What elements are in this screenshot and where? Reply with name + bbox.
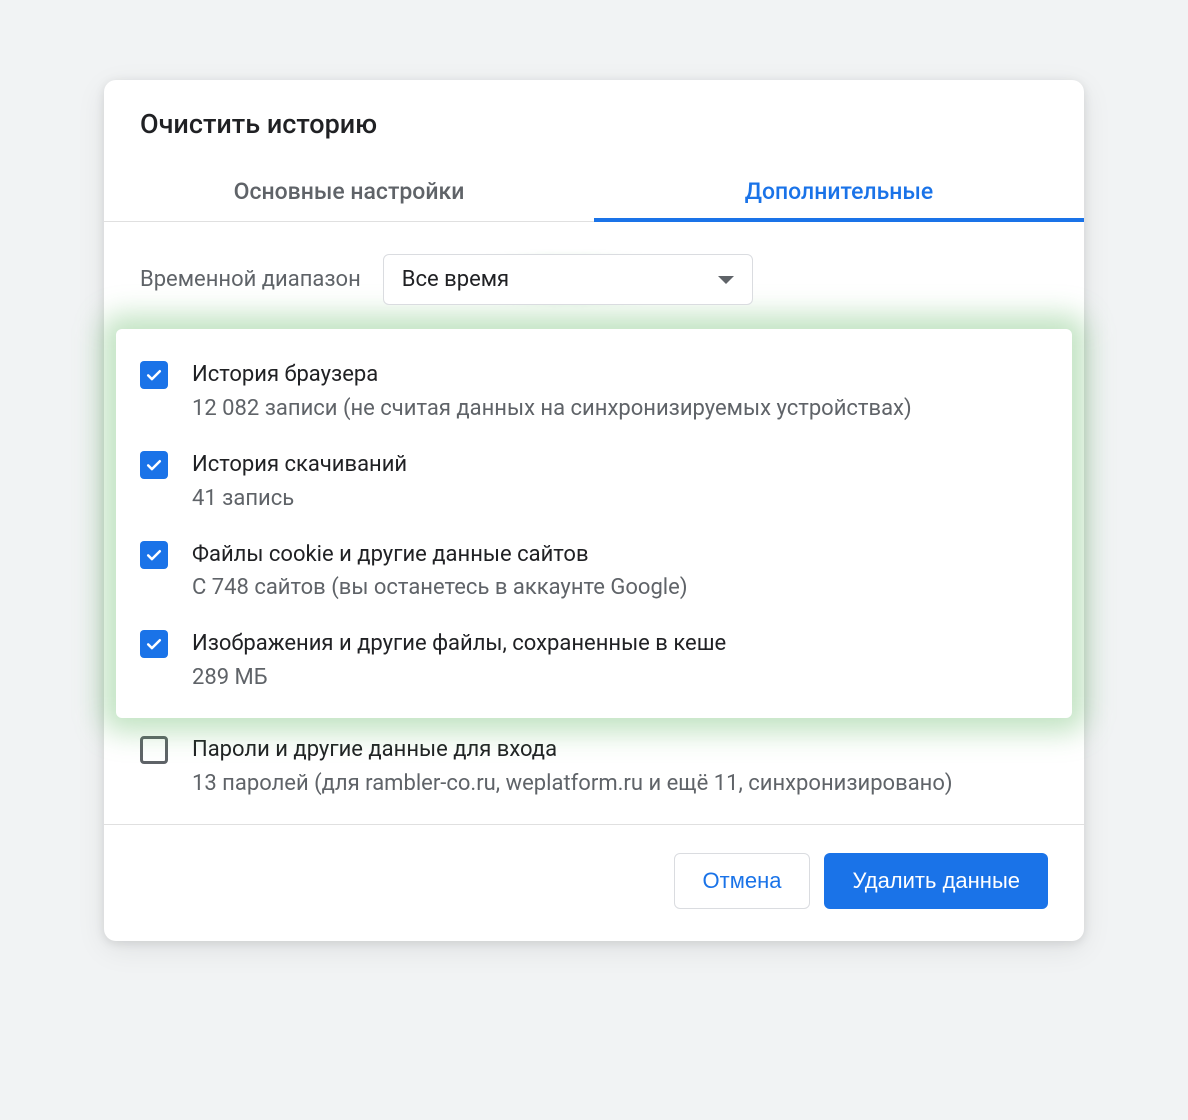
check-icon [144, 634, 164, 654]
check-icon [144, 545, 164, 565]
time-range-selected-value: Все время [402, 267, 509, 292]
time-range-select-wrap: Все время [383, 254, 753, 305]
checkbox-download-history[interactable] [140, 451, 168, 479]
check-desc: С 748 сайтов (вы останетесь в аккаунте G… [192, 572, 1048, 604]
check-row-cookies: Файлы cookie и другие данные сайтов С 74… [140, 527, 1048, 617]
check-desc: 13 паролей (для rambler-co.ru, weplatfor… [192, 768, 1048, 800]
check-text: Изображения и другие файлы, сохраненные … [192, 628, 1048, 694]
dialog-title: Очистить историю [140, 108, 1048, 140]
check-icon [144, 365, 164, 385]
check-desc: 41 запись [192, 483, 1048, 515]
check-title: Пароли и другие данные для входа [192, 734, 1048, 766]
check-text: Пароли и другие данные для входа 13 паро… [192, 734, 1048, 800]
tabs: Основные настройки Дополнительные [104, 164, 1084, 222]
checklist-highlighted-wrap: История браузера 12 082 записи (не счита… [116, 329, 1072, 718]
check-row-browsing-history: История браузера 12 082 записи (не счита… [140, 347, 1048, 437]
clear-history-dialog: Очистить историю Основные настройки Допо… [104, 80, 1084, 941]
time-range-row: Временной диапазон Все время [104, 222, 1084, 321]
tab-basic[interactable]: Основные настройки [104, 164, 594, 221]
checklist-highlighted: История браузера 12 082 записи (не счита… [116, 329, 1072, 718]
check-title: История скачиваний [192, 449, 1048, 481]
dialog-footer: Отмена Удалить данные [104, 825, 1084, 941]
checkbox-cookies[interactable] [140, 541, 168, 569]
check-row-cached-images: Изображения и другие файлы, сохраненные … [140, 616, 1048, 706]
checkbox-browsing-history[interactable] [140, 361, 168, 389]
chevron-down-icon [718, 276, 734, 284]
check-text: Файлы cookie и другие данные сайтов С 74… [192, 539, 1048, 605]
time-range-label: Временной диапазон [140, 267, 361, 292]
check-text: История скачиваний 41 запись [192, 449, 1048, 515]
checkbox-passwords[interactable] [140, 736, 168, 764]
dialog-body: Временной диапазон Все время История бра… [104, 222, 1084, 825]
dialog-header: Очистить историю [104, 80, 1084, 164]
check-title: История браузера [192, 359, 1048, 391]
confirm-button[interactable]: Удалить данные [824, 853, 1048, 909]
check-title: Файлы cookie и другие данные сайтов [192, 539, 1048, 571]
check-title: Изображения и другие файлы, сохраненные … [192, 628, 1048, 660]
check-desc: 12 082 записи (не считая данных на синхр… [192, 393, 1048, 425]
check-row-passwords: Пароли и другие данные для входа 13 паро… [104, 718, 1084, 825]
check-desc: 289 МБ [192, 662, 1048, 694]
time-range-select[interactable]: Все время [383, 254, 753, 305]
tab-advanced[interactable]: Дополнительные [594, 164, 1084, 221]
cancel-button[interactable]: Отмена [674, 853, 811, 909]
check-icon [144, 455, 164, 475]
check-row-download-history: История скачиваний 41 запись [140, 437, 1048, 527]
check-text: История браузера 12 082 записи (не счита… [192, 359, 1048, 425]
checkbox-cached-images[interactable] [140, 630, 168, 658]
